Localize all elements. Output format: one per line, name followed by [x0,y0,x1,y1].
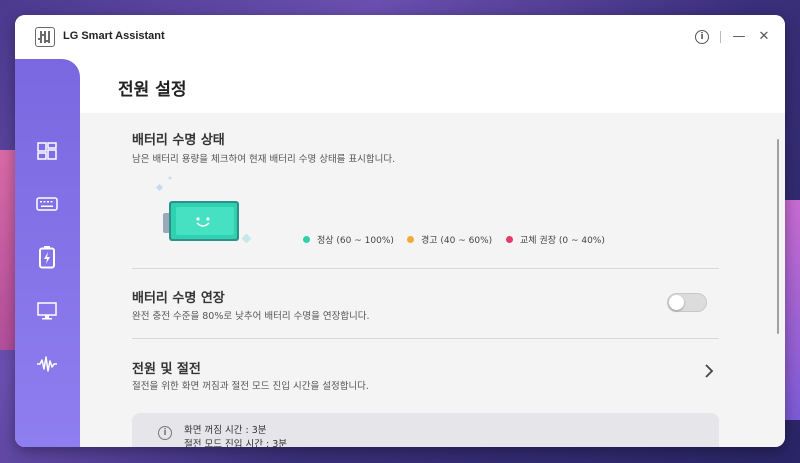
app-title: LG Smart Assistant [63,30,165,42]
sidebar [15,59,80,447]
toggle-knob [669,295,684,310]
battery-health-illustration [155,176,252,244]
info-icon[interactable]: i [695,30,709,44]
legend-replace-label: 교체 권장 (0 ~ 40%) [520,236,605,246]
battery-icon [39,246,55,269]
power-sleep-info-box: i 화면 꺼짐 시간 : 3분 절전 모드 진입 시간 : 3분 [132,413,719,447]
power-sleep-description: 절전을 위한 화면 꺼짐과 절전 모드 진입 시간을 설정합니다. [132,381,369,392]
minimize-button[interactable]: — [730,28,748,46]
sidebar-item-display[interactable] [27,291,67,331]
battery-extend-title: 배터리 수명 연장 [132,291,225,306]
keyboard-icon [36,197,58,211]
legend-normal-dot [303,236,310,243]
audio-wave-icon [37,356,57,372]
titlebar-separator [720,31,721,43]
page-title: 전원 설정 [118,80,187,100]
chevron-right-icon[interactable] [704,363,714,379]
legend-normal-label: 정상 (60 ~ 100%) [317,236,394,246]
sidebar-item-keyboard[interactable] [27,184,67,224]
screen-off-time: 화면 꺼짐 시간 : 3분 [184,425,267,436]
sleep-time: 절전 모드 진입 시간 : 3분 [184,439,288,447]
app-logo-icon [35,27,55,47]
power-sleep-title: 전원 및 절전 [132,362,201,377]
legend-replace-dot [506,236,513,243]
info-icon: i [158,426,172,440]
sidebar-item-dashboard[interactable] [27,131,67,171]
legend-warning-dot [407,236,414,243]
scrollbar[interactable] [777,139,779,334]
divider [132,338,719,339]
legend-warning: 경고 (40 ~ 60%) [407,233,492,246]
battery-health-description: 남은 배터리 용량을 체크하여 현재 배터리 수명 상태를 표시합니다. [132,154,396,165]
battery-extend-description: 완전 충전 수준을 80%로 낮추어 배터리 수명을 연장합니다. [132,311,370,322]
sidebar-item-power[interactable] [27,237,67,277]
divider [132,268,719,269]
settings-content: 배터리 수명 상태 남은 배터리 용량을 체크하여 현재 배터리 수명 상태를 … [80,113,785,447]
app-window: LG Smart Assistant i — ✕ 전원 설정 배터리 수명 상태… [15,15,785,447]
legend-normal: 정상 (60 ~ 100%) [303,233,394,246]
battery-extend-toggle[interactable] [667,293,707,312]
monitor-icon [37,302,57,320]
battery-health-title: 배터리 수명 상태 [132,133,225,148]
page-header: 전원 설정 [80,59,785,113]
title-bar: LG Smart Assistant i — ✕ [15,15,785,59]
sidebar-item-audio[interactable] [27,344,67,384]
legend-warning-label: 경고 (40 ~ 60%) [421,236,493,246]
legend-replace: 교체 권장 (0 ~ 40%) [506,233,605,246]
dashboard-icon [37,142,57,160]
close-button[interactable]: ✕ [755,28,773,46]
